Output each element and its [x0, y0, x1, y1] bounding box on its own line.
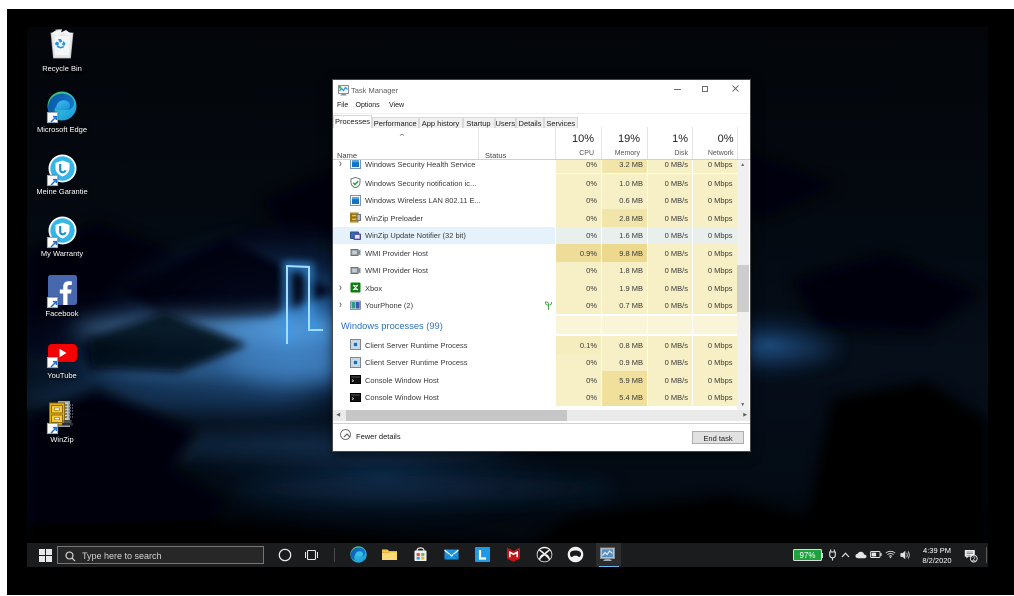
svg-text:2: 2: [972, 555, 976, 562]
